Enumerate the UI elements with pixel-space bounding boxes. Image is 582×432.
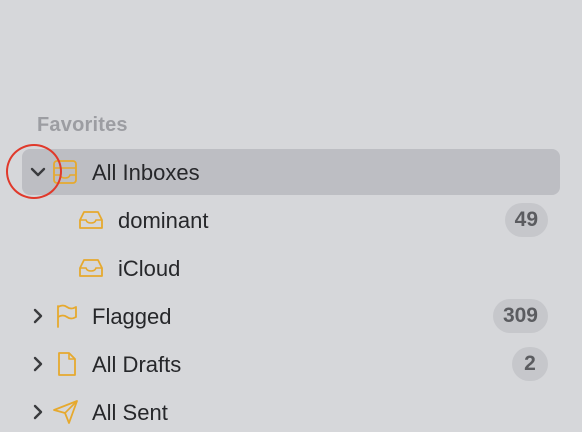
sidebar-item-all-sent[interactable]: All Sent xyxy=(22,389,560,432)
flagged-count-badge: 309 xyxy=(492,299,548,333)
sidebar-item-icloud[interactable]: iCloud xyxy=(22,245,560,291)
sidebar-item-label: iCloud xyxy=(118,256,181,281)
sidebar-item-dominant[interactable]: dominant 49 xyxy=(22,197,560,243)
inbox-tray-icon xyxy=(79,259,103,277)
chevron-right-icon[interactable] xyxy=(28,306,48,326)
sidebar-item-flagged[interactable]: Flagged 309 xyxy=(22,293,560,339)
highlight-circle-annotation xyxy=(6,144,62,199)
document-icon xyxy=(58,352,76,376)
sidebar-item-label: Flagged xyxy=(92,304,172,329)
mail-sidebar: Favorites All Inboxes dominant 49 iCloud xyxy=(0,0,582,432)
drafts-count-badge: 2 xyxy=(512,347,548,381)
section-header-favorites: Favorites xyxy=(37,114,128,136)
sidebar-item-label: dominant xyxy=(118,208,209,233)
sidebar-item-all-drafts[interactable]: All Drafts 2 xyxy=(22,341,560,387)
flag-icon xyxy=(57,304,77,328)
inbox-tray-icon xyxy=(79,211,103,229)
chevron-right-icon[interactable] xyxy=(28,402,48,422)
unread-count-badge: 49 xyxy=(504,203,548,237)
paper-plane-icon xyxy=(53,400,78,424)
chevron-right-icon[interactable] xyxy=(28,354,48,374)
sidebar-item-label: All Inboxes xyxy=(92,160,200,185)
sidebar-item-label: All Drafts xyxy=(92,352,182,377)
sidebar-item-all-inboxes[interactable]: All Inboxes xyxy=(22,149,560,195)
sidebar-item-label: All Sent xyxy=(92,400,168,425)
